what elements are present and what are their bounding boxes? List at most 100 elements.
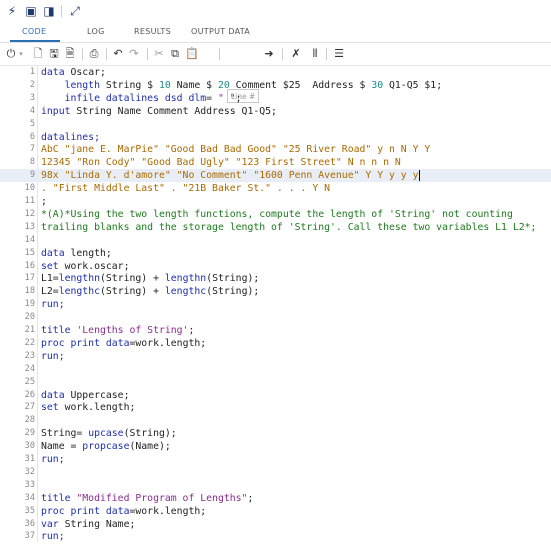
clear-code-icon[interactable]: ✗ [290, 47, 302, 61]
code-line[interactable]: 29 String= upcase(String); [0, 427, 551, 440]
line-number: 24 [24, 363, 35, 374]
code-line[interactable]: 28 [0, 414, 551, 427]
code-line[interactable]: 19 run; [0, 298, 551, 311]
line-number: 17 [24, 273, 35, 284]
code-line[interactable]: 36 var String Name; [0, 518, 551, 531]
code-token: data [41, 389, 71, 401]
code-line[interactable]: 17 L1=lengthn(String) + lengthn(String); [0, 272, 551, 285]
code-token: title [41, 325, 77, 336]
code-line[interactable]: 33 [0, 479, 551, 492]
code-line[interactable]: 34 title "Modified Program of Lengths"; [0, 492, 551, 505]
paste-icon[interactable]: 📋 [185, 47, 199, 61]
code-text: data Oscar; [41, 66, 106, 79]
code-line[interactable]: 14 [0, 234, 551, 247]
code-line[interactable]: 21 title 'Lengths of String'; [0, 324, 551, 337]
code-line[interactable]: 25 [0, 376, 551, 389]
code-token: ; [41, 196, 47, 207]
code-line[interactable]: 5 [0, 118, 551, 131]
code-line[interactable]: 3 infile datalines dsd dlm= " "; [0, 92, 551, 105]
code-editor[interactable]: 1 data Oscar; 2 length String $ 10 Name $ … [0, 66, 551, 548]
code-token: data [41, 67, 71, 78]
line-number: 26 [24, 389, 35, 400]
code-token: (String); [206, 286, 260, 298]
code-line[interactable]: 31 run; [0, 453, 551, 466]
cut-icon[interactable]: ✂ [153, 47, 165, 61]
code-token: length; [70, 247, 112, 259]
line-number: 22 [24, 337, 35, 348]
code-line[interactable]: 27 set work.length; [0, 401, 551, 414]
code-token: lengthn [164, 273, 207, 285]
code-token: String Name; [64, 518, 136, 530]
chevron-down-icon[interactable]: ▾ [17, 47, 25, 61]
line-number: 25 [24, 376, 35, 387]
copy-icon[interactable]: ⧉ [169, 47, 181, 61]
go-to-line-icon[interactable]: ➜ [263, 47, 275, 61]
code-token: String $ [99, 79, 159, 91]
run-dropdown-icon[interactable]: ⏻ [4, 47, 18, 61]
save-file-icon[interactable]: 🖫 [48, 47, 60, 61]
undo-icon[interactable]: ↶ [112, 47, 124, 61]
code-token: " " [217, 92, 236, 104]
code-line[interactable]: 15 data length; [0, 247, 551, 260]
tab-log[interactable]: LOG [87, 27, 105, 36]
tab-output-data[interactable]: OUTPUT DATA [191, 27, 250, 36]
code-line[interactable]: 13 trailing blanks and the storage length… [0, 221, 551, 234]
save-as-icon[interactable]: ◨ [42, 4, 56, 18]
code-token: *(A)*Using the two length functions, com… [41, 208, 513, 220]
save-icon[interactable]: ▣ [24, 4, 38, 18]
code-token: upcase [88, 428, 124, 440]
code-token: lengthn [58, 273, 100, 285]
code-text: Name = propcase(Name); [41, 440, 171, 453]
maximize-icon[interactable]: ⤢ [68, 4, 82, 18]
tab-code[interactable]: CODE [22, 27, 46, 36]
code-line[interactable]: 7 AbC "jane E. MarPie" "Good Bad Bad Good… [0, 143, 551, 156]
code-line[interactable]: 12 *(A)*Using the two length functions, c… [0, 208, 551, 221]
code-line[interactable]: 32 [0, 466, 551, 479]
line-number: 7 [29, 144, 35, 155]
code-line[interactable]: 1 data Oscar; [0, 66, 551, 79]
code-line[interactable]: 10 . "First Middle Last" . "21B Baker St.… [0, 182, 551, 195]
code-line[interactable]: 23 run; [0, 350, 551, 363]
open-file-icon[interactable]: 🗋 [32, 47, 44, 61]
code-token: 30 [371, 79, 384, 91]
code-line[interactable]: 8 12345 "Ron Cody" "Good Bad Ugly" "123 F… [0, 156, 551, 169]
line-number: 32 [24, 466, 35, 477]
code-token: propcase [82, 441, 130, 453]
code-token: trailing blanks and the storage length o… [41, 221, 537, 233]
code-line[interactable]: 6 datalines; [0, 131, 551, 144]
snippets-icon[interactable]: ☰ [333, 47, 345, 61]
print-icon[interactable]: ⎙ [88, 47, 100, 61]
code-text: L2=lengthc(String) + lengthc(String); [41, 285, 259, 298]
code-line[interactable]: 11; [0, 195, 551, 208]
code-text: L1=lengthn(String) + lengthn(String); [41, 272, 259, 285]
code-token: work.oscar; [64, 260, 130, 272]
line-number: 16 [24, 260, 35, 271]
code-line[interactable]: 20 [0, 311, 551, 324]
code-line[interactable]: 2 length String $ 10 Name $ 20 Comment $… [0, 79, 551, 92]
run-icon[interactable]: ⚡ [5, 4, 19, 18]
code-text: proc print data=work.length; [41, 337, 206, 350]
format-code-icon[interactable]: ⫴ [308, 47, 322, 61]
tab-results[interactable]: RESULTS [134, 27, 171, 36]
code-line[interactable]: 9 98x "Linda Y. d'amore" "No Comment" "16… [0, 169, 551, 183]
code-line[interactable]: 24 [0, 363, 551, 376]
code-token: proc print data [41, 505, 130, 517]
code-token: AbC "jane E. MarPie" "Good Bad Bad Good"… [41, 144, 431, 156]
new-file-icon[interactable]: 🗎 [64, 47, 76, 61]
code-line[interactable]: 22 proc print data=work.length; [0, 337, 551, 350]
code-line[interactable]: 18 L2=lengthc(String) + lengthc(String); [0, 285, 551, 298]
code-token: run; [41, 454, 65, 465]
code-line[interactable]: 30 Name = propcase(Name); [0, 440, 551, 453]
code-token: proc print data [41, 337, 130, 349]
line-number: 34 [24, 492, 35, 503]
code-line[interactable]: 35 proc print data=work.length; [0, 505, 551, 518]
code-token: = [206, 92, 218, 104]
line-number: 31 [24, 454, 35, 464]
code-token: String Name Comment Address Q1-Q5; [70, 105, 277, 117]
divider [326, 48, 327, 60]
code-line[interactable]: 4 input String Name Comment Address Q1-Q5… [0, 105, 551, 118]
code-line[interactable]: 16 set work.oscar; [0, 260, 551, 273]
code-token: run; [41, 350, 65, 362]
redo-icon[interactable]: ↷ [128, 47, 140, 61]
code-line[interactable]: 26 data Uppercase; [0, 389, 551, 402]
